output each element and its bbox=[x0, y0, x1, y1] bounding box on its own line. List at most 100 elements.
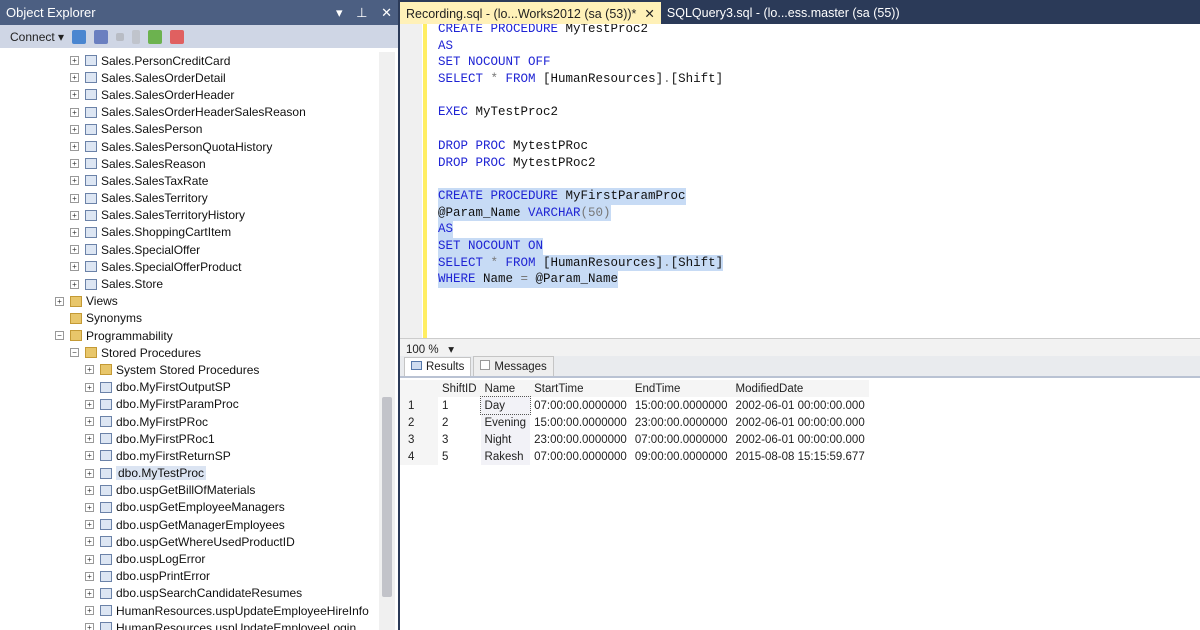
expand-icon[interactable]: + bbox=[85, 588, 94, 598]
dropdown-icon[interactable]: ▾ bbox=[336, 5, 343, 20]
tree-item[interactable]: + Sales.SalesTaxRate bbox=[0, 172, 378, 189]
pin-icon[interactable]: ⊥ bbox=[356, 5, 367, 20]
table-cell[interactable]: 1 bbox=[438, 397, 481, 414]
expand-icon[interactable]: + bbox=[85, 554, 94, 564]
tree-item[interactable]: +Synonyms bbox=[0, 310, 378, 327]
tree-item[interactable]: + dbo.MyFirstPRoc bbox=[0, 413, 378, 430]
expand-icon[interactable]: + bbox=[85, 417, 94, 427]
tree-item[interactable]: + Sales.SalesPerson bbox=[0, 121, 378, 138]
expand-icon[interactable]: + bbox=[70, 193, 79, 203]
tree-item[interactable]: + dbo.MyFirstOutputSP bbox=[0, 379, 378, 396]
expand-icon[interactable]: + bbox=[85, 571, 94, 581]
expand-icon[interactable]: + bbox=[70, 142, 79, 152]
tree-item[interactable]: + Views bbox=[0, 293, 378, 310]
close-icon[interactable]: ✕ bbox=[381, 5, 392, 20]
tree-item[interactable]: + System Stored Procedures bbox=[0, 361, 378, 378]
table-cell[interactable]: 07:00:00.0000000 bbox=[530, 397, 631, 414]
tree-item[interactable]: + Sales.PersonCreditCard bbox=[0, 52, 378, 69]
tree-item[interactable]: + dbo.uspGetEmployeeManagers bbox=[0, 499, 378, 516]
table-cell[interactable]: 23:00:00.0000000 bbox=[631, 414, 732, 431]
expand-icon[interactable]: + bbox=[70, 90, 79, 100]
stop-icon[interactable] bbox=[116, 32, 125, 41]
expand-icon[interactable]: + bbox=[70, 176, 79, 186]
table-cell[interactable]: Evening bbox=[480, 414, 531, 431]
close-tab-icon[interactable]: ✕ bbox=[644, 7, 654, 21]
expand-icon[interactable]: + bbox=[70, 210, 79, 220]
tree-item[interactable]: + Sales.SalesTerritory bbox=[0, 190, 378, 207]
disconnect-icon[interactable] bbox=[94, 29, 109, 44]
tree-item[interactable]: + Sales.SpecialOffer bbox=[0, 241, 378, 258]
table-cell[interactable]: Day bbox=[479, 396, 532, 415]
table-cell[interactable]: Rakesh bbox=[480, 448, 531, 465]
zoom-select[interactable]: 100 % bbox=[406, 344, 439, 356]
tree-item[interactable]: + Sales.SpecialOfferProduct bbox=[0, 258, 378, 275]
expand-icon[interactable]: + bbox=[55, 296, 64, 306]
table-cell[interactable]: Night bbox=[480, 431, 531, 448]
expand-icon[interactable]: + bbox=[70, 56, 79, 66]
query-editor[interactable]: CREATE PROCEDURE MyTestProc2 AS SET NOCOUN… bbox=[400, 24, 1200, 338]
tree-item[interactable]: − Programmability bbox=[0, 327, 378, 344]
expand-icon[interactable]: + bbox=[70, 279, 79, 289]
expand-icon[interactable]: + bbox=[85, 623, 94, 630]
row-number[interactable]: 4 bbox=[400, 448, 438, 465]
expand-icon[interactable]: + bbox=[85, 502, 94, 512]
tree-item[interactable]: + Sales.SalesPersonQuotaHistory bbox=[0, 138, 378, 155]
expand-icon[interactable]: + bbox=[70, 245, 79, 255]
scrollbar[interactable] bbox=[379, 52, 395, 630]
filter-icon[interactable] bbox=[132, 29, 141, 44]
tree-item[interactable]: + Sales.SalesReason bbox=[0, 155, 378, 172]
tree-item[interactable]: + Sales.ShoppingCartItem bbox=[0, 224, 378, 241]
tab-sqlquery3[interactable]: SQLQuery3.sql - (lo...ess.master (sa (55… bbox=[661, 2, 906, 24]
table-cell[interactable]: 23:00:00.0000000 bbox=[530, 431, 631, 448]
tree-item[interactable]: + dbo.uspGetWhereUsedProductID bbox=[0, 533, 378, 550]
tree-item[interactable]: + HumanResources.uspUpdateEmployeeLogin bbox=[0, 619, 378, 630]
row-number[interactable]: 3 bbox=[400, 431, 438, 448]
expand-icon[interactable]: + bbox=[70, 227, 79, 237]
connect-button[interactable]: Connect ▾ bbox=[10, 30, 64, 44]
column-header[interactable]: StartTime bbox=[530, 380, 631, 397]
tree-item[interactable]: + dbo.uspLogError bbox=[0, 550, 378, 567]
column-header[interactable]: ModifiedDate bbox=[731, 380, 869, 397]
tab-results[interactable]: Results bbox=[404, 357, 472, 376]
activity-monitor-icon[interactable] bbox=[170, 29, 185, 44]
tree-item[interactable]: + Sales.SalesOrderHeaderSalesReason bbox=[0, 104, 378, 121]
table-cell[interactable]: 2015-08-08 15:15:59.677 bbox=[732, 448, 869, 465]
expand-icon[interactable]: + bbox=[85, 520, 94, 530]
table-cell[interactable]: 07:00:00.0000000 bbox=[631, 431, 732, 448]
table-cell[interactable]: 2 bbox=[438, 414, 481, 431]
expand-icon[interactable]: + bbox=[70, 124, 79, 134]
tree-item[interactable]: + Sales.SalesTerritoryHistory bbox=[0, 207, 378, 224]
expand-icon[interactable]: + bbox=[85, 468, 94, 478]
row-number[interactable]: 2 bbox=[400, 414, 438, 431]
tab-recording-sql[interactable]: Recording.sql - (lo...Works2012 (sa (53)… bbox=[400, 2, 661, 24]
table-cell[interactable]: 3 bbox=[438, 431, 481, 448]
row-number[interactable]: 1 bbox=[400, 397, 438, 414]
table-cell[interactable]: 09:00:00.0000000 bbox=[631, 448, 732, 465]
expand-icon[interactable]: + bbox=[70, 107, 79, 117]
column-header[interactable]: ShiftID bbox=[438, 380, 481, 397]
expand-icon[interactable]: + bbox=[85, 434, 94, 444]
expand-icon[interactable]: + bbox=[85, 485, 94, 495]
tree-item[interactable]: + dbo.uspGetBillOfMaterials bbox=[0, 482, 378, 499]
expand-icon[interactable]: + bbox=[85, 537, 94, 547]
expand-icon[interactable]: + bbox=[70, 73, 79, 83]
table-cell[interactable]: 2002-06-01 00:00:00.000 bbox=[732, 414, 869, 431]
column-header[interactable]: Name bbox=[480, 380, 531, 397]
table-cell[interactable]: 15:00:00.0000000 bbox=[530, 414, 631, 431]
column-header[interactable]: EndTime bbox=[630, 380, 732, 397]
expand-icon[interactable]: + bbox=[85, 451, 94, 461]
table-cell[interactable]: 15:00:00.0000000 bbox=[631, 397, 732, 414]
connect-icon[interactable] bbox=[72, 29, 87, 44]
tree-item[interactable]: + dbo.uspSearchCandidateResumes bbox=[0, 585, 378, 602]
expand-icon[interactable]: + bbox=[70, 159, 79, 169]
expand-icon[interactable]: + bbox=[85, 365, 94, 375]
expand-icon[interactable]: + bbox=[85, 399, 94, 409]
tab-messages[interactable]: Messages bbox=[473, 356, 554, 376]
tree-item[interactable]: + dbo.MyTestProc bbox=[0, 465, 378, 482]
scrollbar-thumb[interactable] bbox=[382, 397, 392, 597]
refresh-icon[interactable] bbox=[148, 29, 163, 44]
tree-item[interactable]: + dbo.uspPrintError bbox=[0, 568, 378, 585]
tree-item[interactable]: − Stored Procedures bbox=[0, 344, 378, 361]
tree-item[interactable]: + Sales.SalesOrderDetail bbox=[0, 69, 378, 86]
table-cell[interactable]: 5 bbox=[438, 448, 481, 465]
